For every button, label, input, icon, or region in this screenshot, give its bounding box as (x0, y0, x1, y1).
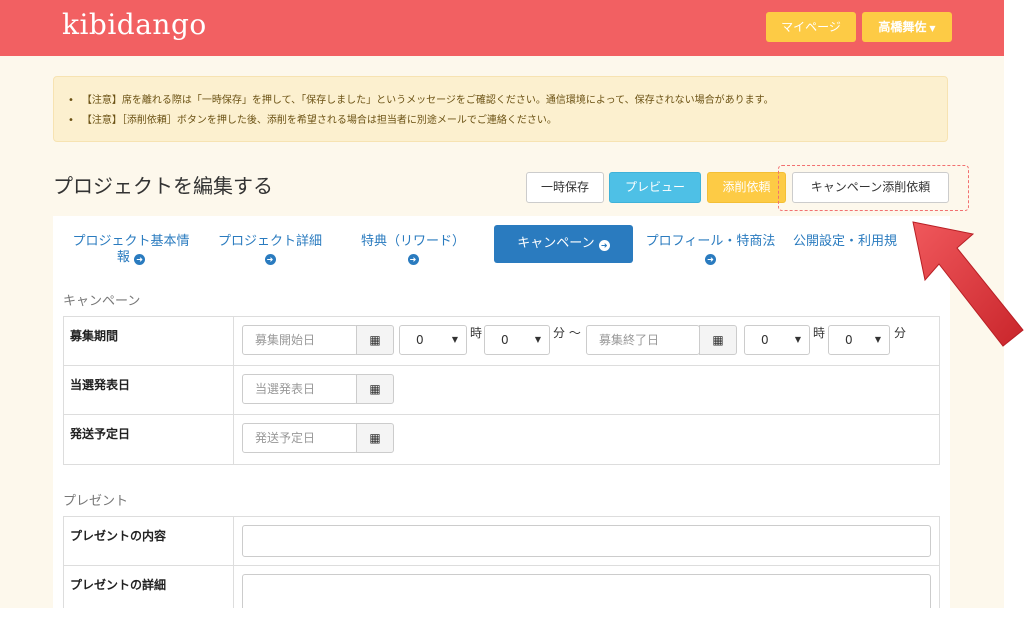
present-detail-textarea[interactable] (242, 574, 931, 608)
arrow-circle-icon: ➜ (598, 240, 610, 251)
present-detail-cell (233, 565, 940, 608)
calendar-icon[interactable]: ▦ (699, 325, 737, 355)
tab-label: プロジェクト基本情報 (72, 234, 190, 265)
user-menu-button[interactable]: 高橋舞佐 ▼ (862, 12, 952, 42)
calendar-icon[interactable]: ▦ (356, 325, 394, 355)
tab-label: キャンペーン (517, 236, 595, 251)
select-value: 0 (761, 333, 769, 347)
user-name: 高橋舞佐 (878, 20, 927, 34)
tab-label: プロジェクト詳細 (217, 234, 322, 249)
form-row-present-content: プレゼントの内容 (63, 516, 940, 566)
end-date-input[interactable]: 募集終了日 (586, 325, 700, 355)
temp-save-button[interactable]: 一時保存 (526, 172, 604, 203)
select-value: 0 (845, 333, 853, 347)
announce-label: 当選発表日 (63, 365, 234, 415)
form-row-period: 募集期間 募集開始日 ▦ 0 ▼ 時 0 ▼ 分 ～ 募集終了日 ▦ 0 ▼ 時 0 ▼… (63, 316, 940, 366)
app-screen: kibidango マイページ 高橋舞佐▼ 【注意】席を離れる際は「一時保存」を… (0, 0, 1004, 608)
section-title-present: プレゼント (63, 494, 129, 509)
present-content-input[interactable] (242, 525, 931, 557)
start-date-input[interactable]: 募集開始日 (242, 325, 358, 355)
arrow-circle-icon: ➜ (407, 254, 419, 265)
ship-label: 発送予定日 (63, 414, 234, 465)
select-arrow-icon: ▼ (874, 335, 881, 344)
select-arrow-icon: ▼ (451, 335, 458, 344)
form-row-present-detail: プレゼントの詳細 (63, 565, 940, 608)
range-separator: 分 ～ (553, 326, 581, 340)
notice-item: 【注意】席を離れる際は「一時保存」を押して、「保存しました」というメッセージをご… (68, 91, 774, 106)
start-hour-select[interactable]: 0 ▼ (399, 325, 467, 355)
edit-panel: プロジェクト基本情報 ➜ プロジェクト詳細 ➜ 特典（リワード） ➜ キャンペーン … (53, 216, 950, 608)
period-label: 募集期間 (63, 316, 234, 366)
tab-reward[interactable]: 特典（リワード） ➜ (353, 234, 473, 266)
end-hour-select[interactable]: 0 ▼ (744, 325, 810, 355)
campaign-form-table: 募集期間 募集開始日 ▦ 0 ▼ 時 0 ▼ 分 ～ 募集終了日 ▦ 0 ▼ 時 0 ▼… (63, 316, 940, 465)
caret-down-icon: ▼ (929, 24, 936, 33)
tab-profile[interactable]: プロフィール・特商法 ➜ (643, 234, 778, 266)
page-title: プロジェクトを編集する (53, 174, 273, 198)
arrow-circle-icon: ➜ (705, 254, 716, 265)
tab-label: 特典（リワード） (360, 234, 465, 249)
select-arrow-icon: ▼ (794, 335, 801, 344)
select-value: 0 (501, 333, 509, 347)
calendar-icon[interactable]: ▦ (356, 374, 394, 404)
announce-inputs: 当選発表日 ▦ (233, 365, 940, 415)
calendar-icon[interactable]: ▦ (356, 423, 394, 453)
arrow-circle-icon: ➜ (264, 254, 276, 265)
preview-button[interactable]: プレビュー (609, 172, 701, 203)
mypage-button[interactable]: マイページ (766, 12, 856, 42)
form-row-ship: 発送予定日 発送予定日 ▦ (63, 414, 940, 465)
section-title-campaign: キャンペーン (63, 294, 141, 309)
start-minute-select[interactable]: 0 ▼ (484, 325, 550, 355)
ship-date-input[interactable]: 発送予定日 (242, 423, 358, 453)
period-inputs: 募集開始日 ▦ 0 ▼ 時 0 ▼ 分 ～ 募集終了日 ▦ 0 ▼ 時 0 ▼ 分 (233, 316, 940, 366)
notice-item: 【注意】［添削依頼］ボタンを押した後、添削を希望される場合は担当者に別途メールで… (68, 111, 557, 126)
hour-unit: 時 (470, 326, 483, 340)
site-logo[interactable]: kibidango (62, 8, 207, 41)
present-form-table: プレゼントの内容 プレゼントの詳細 (63, 516, 940, 608)
select-arrow-icon: ▼ (534, 335, 541, 344)
present-content-label: プレゼントの内容 (63, 516, 234, 566)
present-content-cell (233, 516, 940, 566)
campaign-review-request-button[interactable]: キャンペーン添削依頼 (792, 172, 949, 203)
top-nav-bar: kibidango マイページ 高橋舞佐 ▼ (0, 0, 1004, 56)
tab-project-detail[interactable]: プロジェクト詳細 ➜ (211, 234, 329, 266)
tab-label: プロフィール・特商法 (645, 234, 776, 249)
hour-unit: 時 (813, 326, 826, 340)
ship-inputs: 発送予定日 ▦ (233, 414, 940, 465)
end-minute-select[interactable]: 0 ▼ (828, 325, 890, 355)
arrow-circle-icon: ➜ (134, 254, 146, 265)
tab-campaign[interactable]: キャンペーン ➜ (494, 225, 633, 263)
form-row-announce: 当選発表日 当選発表日 ▦ (63, 365, 940, 415)
notice-box: 【注意】席を離れる際は「一時保存」を押して、「保存しました」というメッセージをご… (53, 76, 948, 142)
review-request-button[interactable]: 添削依頼 (707, 172, 786, 203)
present-detail-label: プレゼントの詳細 (63, 565, 234, 608)
tab-project-basic[interactable]: プロジェクト基本情報 ➜ (71, 234, 191, 266)
select-value: 0 (416, 333, 424, 347)
announce-date-input[interactable]: 当選発表日 (242, 374, 358, 404)
pointer-arrow-icon (912, 221, 1024, 347)
